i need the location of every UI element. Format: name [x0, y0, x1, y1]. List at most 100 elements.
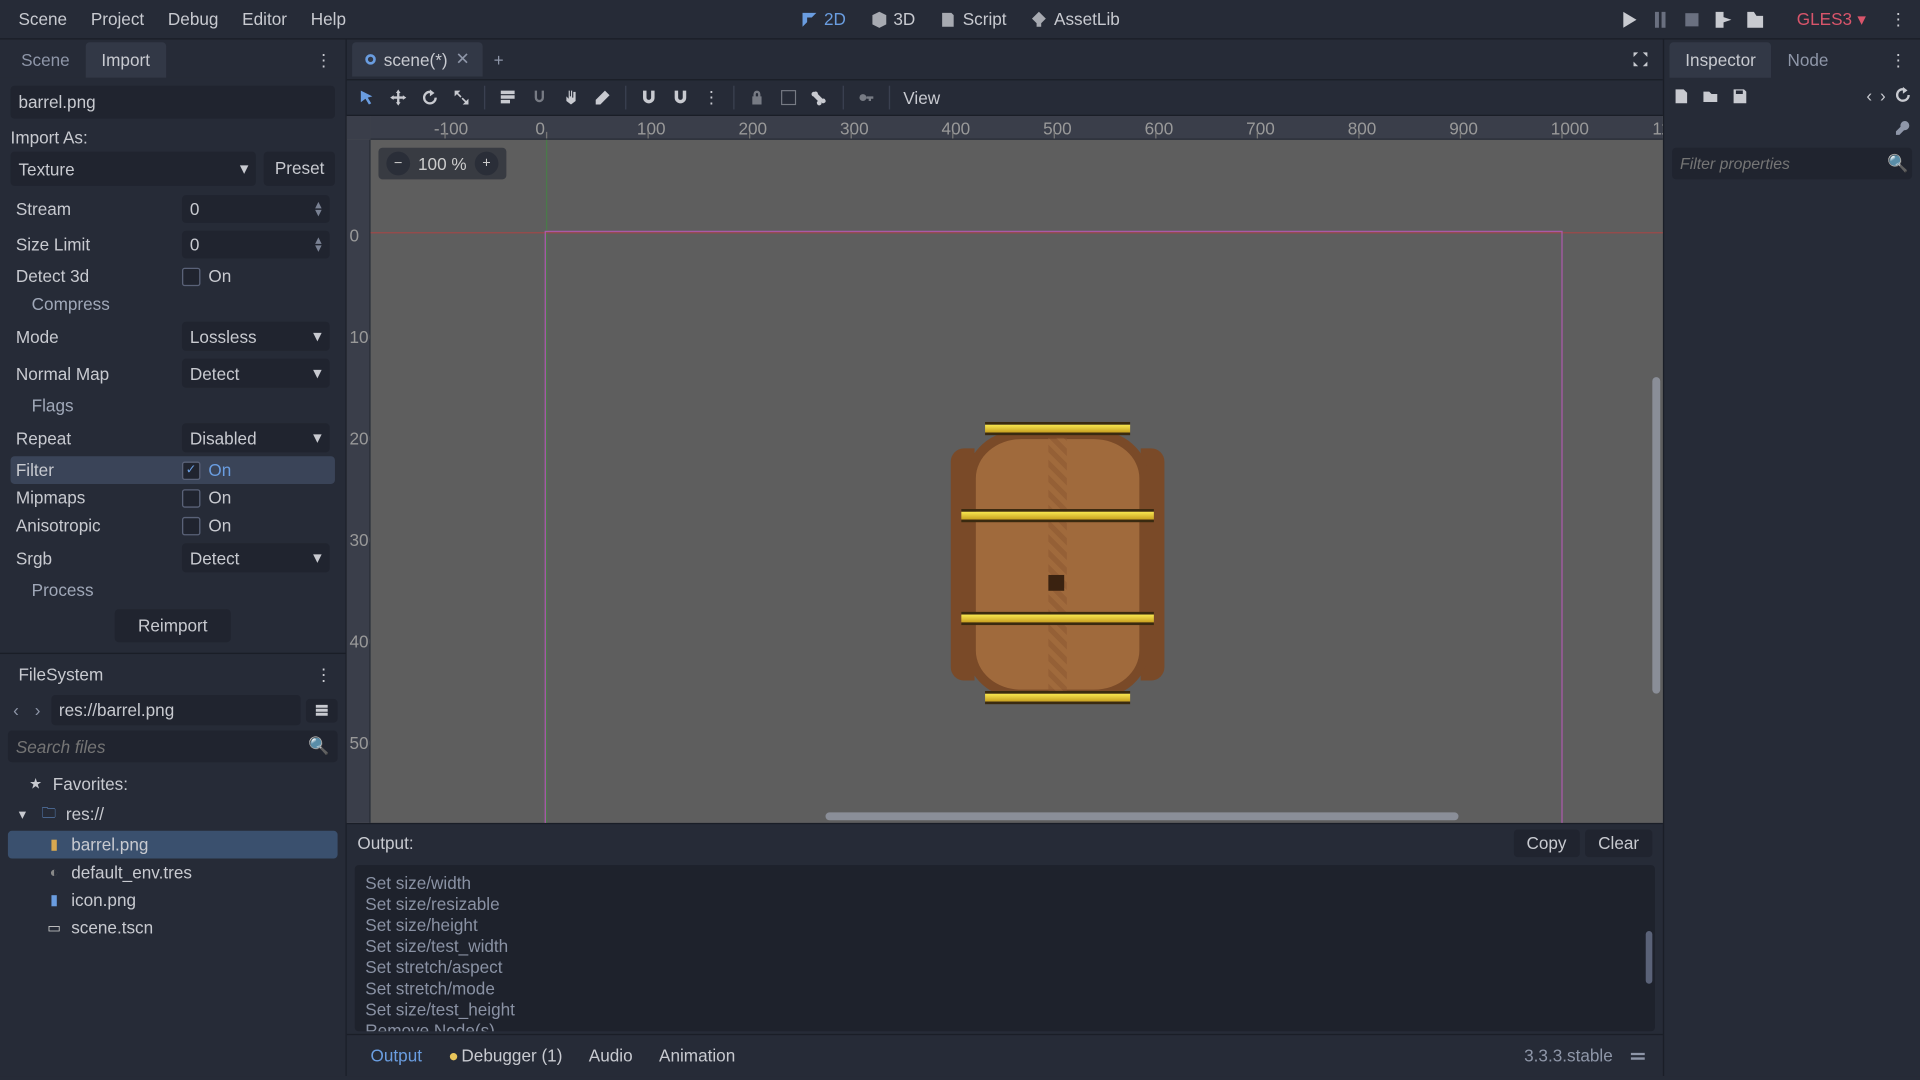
tab-inspector[interactable]: Inspector [1669, 42, 1771, 78]
output-log[interactable]: Set size/width Set size/resizable Set si… [355, 865, 1655, 1031]
fs-forward-button[interactable]: › [29, 696, 45, 724]
spin-arrows-icon[interactable]: ▴▾ [315, 201, 322, 217]
history-menu-button[interactable] [1894, 86, 1912, 106]
group-tool[interactable] [779, 88, 797, 106]
prop-detect3d-checkbox[interactable] [182, 267, 200, 285]
inspector-options[interactable]: ⋮ [1882, 44, 1915, 76]
fs-item-scene[interactable]: ▭ scene.tscn [8, 914, 338, 942]
fs-item-barrel[interactable]: ▮ barrel.png [8, 831, 338, 859]
filesystem-options[interactable]: ⋮ [307, 659, 340, 691]
fs-search-input[interactable] [16, 736, 309, 756]
workspace-script-button[interactable]: Script [928, 4, 1017, 34]
menu-project[interactable]: Project [80, 3, 154, 36]
close-tab-button[interactable]: ✕ [456, 49, 470, 70]
new-tab-button[interactable]: + [483, 43, 514, 76]
pause-button[interactable] [1649, 9, 1670, 30]
scale-tool[interactable] [452, 88, 470, 106]
select-tool[interactable] [357, 88, 375, 106]
prop-mode-dropdown[interactable]: Lossless▾ [182, 322, 330, 351]
snap-dropdown[interactable]: ⋮ [703, 87, 720, 108]
object-properties-button[interactable] [1894, 119, 1912, 137]
menu-editor[interactable]: Editor [232, 3, 298, 36]
workspace-2d-button[interactable]: 2D [790, 4, 857, 34]
dock-options-button[interactable]: ⋮ [307, 44, 340, 76]
scene-tab[interactable]: scene(*) ✕ [352, 42, 483, 76]
prop-repeat-dropdown[interactable]: Disabled▾ [182, 423, 330, 452]
prop-stream-value[interactable]: 0▴▾ [182, 195, 330, 223]
fs-back-button[interactable]: ‹ [8, 696, 24, 724]
fs-favorites[interactable]: ★ Favorites: [8, 770, 338, 798]
menu-help[interactable]: Help [300, 3, 356, 36]
importer-dropdown[interactable]: Texture ▾ [11, 152, 257, 186]
vertical-ruler: 0100200300400500 [347, 140, 371, 823]
view-menu[interactable]: View [903, 88, 940, 108]
filesystem-tab[interactable]: FileSystem [5, 657, 116, 693]
history-back-button[interactable]: ‹ [1866, 86, 1872, 106]
fs-view-mode-button[interactable] [306, 698, 338, 722]
prop-filter-checkbox[interactable]: ✓ [182, 461, 200, 479]
prop-sizelimit-value[interactable]: 0▴▾ [182, 231, 330, 259]
prop-srgb-dropdown[interactable]: Detect▾ [182, 543, 330, 572]
viewport-hscrollbar[interactable] [826, 812, 1459, 820]
play-custom-button[interactable] [1744, 9, 1765, 30]
renderer-selector[interactable]: GLES3 ▾ [1789, 5, 1874, 34]
bone-tool[interactable] [811, 88, 829, 106]
snap-toggle[interactable] [640, 88, 658, 106]
prop-mipmaps-checkbox[interactable] [182, 489, 200, 507]
workspace-assetlib-button[interactable]: AssetLib [1020, 4, 1131, 34]
tab-output[interactable]: Output [357, 1040, 435, 1070]
fs-search-field[interactable]: 🔍 [8, 731, 338, 763]
inspector-filter-input[interactable] [1680, 154, 1887, 172]
inspector-filter[interactable]: 🔍 [1672, 148, 1912, 180]
reimport-button[interactable]: Reimport [114, 609, 231, 642]
prop-anisotropic-checkbox[interactable] [182, 516, 200, 534]
stop-button[interactable] [1681, 9, 1702, 30]
snap-tool[interactable] [530, 88, 548, 106]
workspace-3d-button[interactable]: 3D [859, 4, 926, 34]
tab-audio[interactable]: Audio [576, 1040, 646, 1070]
list-select-tool[interactable] [498, 88, 516, 106]
fs-item-env[interactable]: ◐ default_env.tres [8, 858, 338, 886]
new-resource-button[interactable] [1672, 86, 1690, 104]
ruler-tool[interactable] [593, 88, 611, 106]
sprite-barrel[interactable] [951, 417, 1165, 712]
history-forward-button[interactable]: › [1880, 86, 1886, 106]
preset-button[interactable]: Preset [264, 152, 335, 186]
zoom-in-button[interactable]: + [475, 152, 499, 176]
output-clear-button[interactable]: Clear [1585, 829, 1652, 857]
distraction-free-button[interactable] [1623, 45, 1657, 74]
rotate-tool[interactable] [421, 88, 439, 106]
load-resource-button[interactable] [1701, 86, 1719, 104]
zoom-out-button[interactable]: − [386, 152, 410, 176]
canvas-viewport[interactable]: -100010020030040050060070080090010001100… [347, 116, 1663, 823]
collapse-icon[interactable]: ▾ [13, 806, 31, 823]
lock-tool[interactable] [748, 88, 766, 106]
version-label: 3.3.3.stable [1524, 1046, 1623, 1066]
key-tool[interactable] [857, 88, 875, 106]
canvas-area[interactable] [371, 140, 1663, 823]
tab-node[interactable]: Node [1772, 42, 1845, 78]
snap-options[interactable] [671, 88, 689, 106]
output-scrollbar[interactable] [1646, 931, 1653, 984]
left-dock-tabs: Scene Import ⋮ [0, 40, 345, 78]
play-scene-button[interactable] [1712, 9, 1733, 30]
tab-scene[interactable]: Scene [5, 42, 85, 78]
play-button[interactable] [1617, 9, 1638, 30]
pan-tool[interactable] [562, 88, 580, 106]
menu-debug[interactable]: Debug [157, 3, 229, 36]
output-copy-button[interactable]: Copy [1513, 829, 1579, 857]
menu-scene[interactable]: Scene [8, 3, 78, 36]
fs-path-input[interactable]: res://barrel.png [51, 695, 301, 725]
save-resource-button[interactable] [1730, 86, 1748, 104]
viewport-vscrollbar[interactable] [1652, 377, 1660, 693]
fs-item-icon[interactable]: ▮ icon.png [8, 886, 338, 914]
tab-animation[interactable]: Animation [646, 1040, 749, 1070]
spin-arrows-icon[interactable]: ▴▾ [315, 237, 322, 253]
collapse-panel-button[interactable] [1623, 1041, 1652, 1070]
fs-root[interactable]: ▾ 🗀 res:// [8, 798, 338, 831]
move-tool[interactable] [389, 88, 407, 106]
tab-debugger[interactable]: ●Debugger (1) [435, 1040, 575, 1070]
tab-import[interactable]: Import [86, 42, 166, 78]
prop-normalmap-dropdown[interactable]: Detect▾ [182, 359, 330, 388]
editor-layout-menu[interactable]: ⋮ [1884, 3, 1912, 35]
